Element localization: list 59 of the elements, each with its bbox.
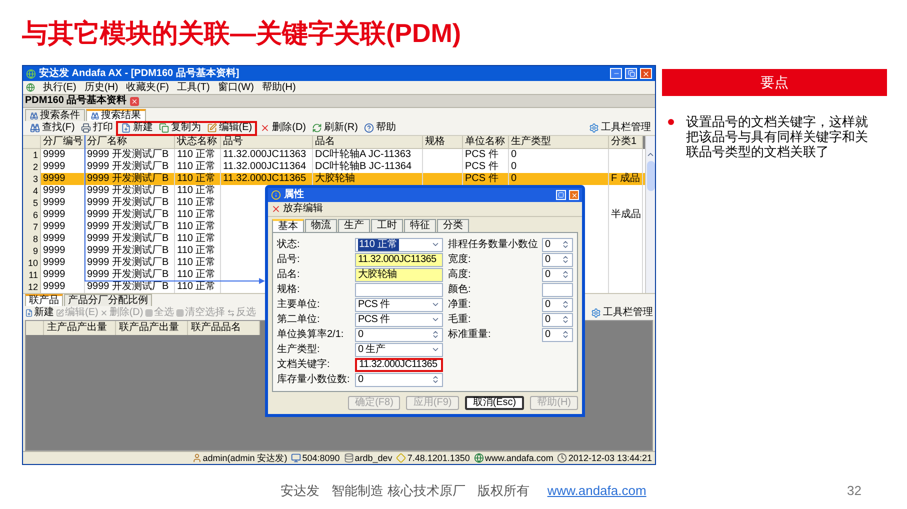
field-value: PCS 件 xyxy=(358,314,390,326)
slogan: 智能制造 核心技术原厂 xyxy=(332,482,466,500)
bullet-text: 设置品号的文档关键字，这样就把该品号与具有同样关键字和关联品号类型的文档关联了 xyxy=(686,114,869,159)
row-number: 7 xyxy=(23,221,41,234)
section-header: 要点 xyxy=(662,69,887,96)
field-label: 颜色: xyxy=(448,284,472,294)
field-label: 第二单位: xyxy=(277,314,321,324)
status-text: 7.48.1201.1350 xyxy=(407,454,470,462)
field-label: 品名: xyxy=(277,270,301,280)
row-number: 10 xyxy=(23,257,41,270)
field-label: 毛重: xyxy=(448,314,472,324)
field-value: 0 xyxy=(545,328,550,340)
company-name: 安达发 xyxy=(280,482,320,500)
row-number: 4 xyxy=(23,185,41,198)
field-label: 净重: xyxy=(448,300,472,310)
field-value: 0 xyxy=(545,314,550,326)
field-value: 大胶轮轴 xyxy=(358,268,397,280)
field-label: 库存量小数位数: xyxy=(277,374,351,384)
status-text: 2012-12-03 13:44:21 xyxy=(568,454,652,462)
field-label: 生产类型: xyxy=(277,344,321,354)
field-value: 0 xyxy=(545,298,550,310)
field-label: 规格: xyxy=(277,284,301,294)
copyright-text: 版权所有 xyxy=(477,482,530,500)
row-number: 11 xyxy=(23,269,41,282)
row-number: 5 xyxy=(23,197,41,210)
field-label: 主要单位: xyxy=(277,300,321,310)
field-label: 宽度: xyxy=(448,254,472,264)
field-value: PCS 件 xyxy=(358,298,390,310)
field-label: 高度: xyxy=(448,270,472,280)
status-text: 504:8090 xyxy=(302,454,340,462)
field-label: 状态: xyxy=(277,240,301,250)
field-value: 0 xyxy=(545,238,550,250)
status-text: www.andafa.com xyxy=(484,454,554,462)
field-label: 品号: xyxy=(277,254,301,264)
row-number: 12 xyxy=(23,281,41,294)
row-number: 9 xyxy=(23,245,41,258)
dialog-title: 属性 xyxy=(284,190,304,200)
field-label: 单位换算率2/1: xyxy=(277,330,345,340)
row-number: 1 xyxy=(23,149,41,162)
field-value: 11.32.000JC11365 xyxy=(358,254,436,266)
field-value: 0 xyxy=(545,254,550,266)
page-number: 32 xyxy=(847,482,862,500)
row-number: 6 xyxy=(23,209,41,222)
field-value: 0 xyxy=(545,268,550,280)
status-text: ardb_dev xyxy=(354,454,392,462)
field-label: 排程任务数量小数位 xyxy=(448,240,539,250)
field-value: 0 xyxy=(358,328,364,340)
row-number: 8 xyxy=(23,233,41,246)
field-label: 文档关键字: xyxy=(277,360,331,370)
window-title: 安达发 Andafa AX - [PDM160 品号基本资料] xyxy=(39,68,240,78)
field-value: 0 生产 xyxy=(358,344,386,356)
row-number: 2 xyxy=(23,161,41,174)
status-text: admin(admin 安达发) xyxy=(202,454,288,462)
field-label: 标准重量: xyxy=(448,330,492,340)
field-value: 110 正常 xyxy=(358,238,399,250)
row-number: 3 xyxy=(23,173,41,186)
field-value: 0 xyxy=(358,374,364,386)
slide-title: 与其它模块的关联—关键字关联(PDM) xyxy=(22,17,462,50)
field-value: 11.32.000JC11365 xyxy=(359,358,438,370)
